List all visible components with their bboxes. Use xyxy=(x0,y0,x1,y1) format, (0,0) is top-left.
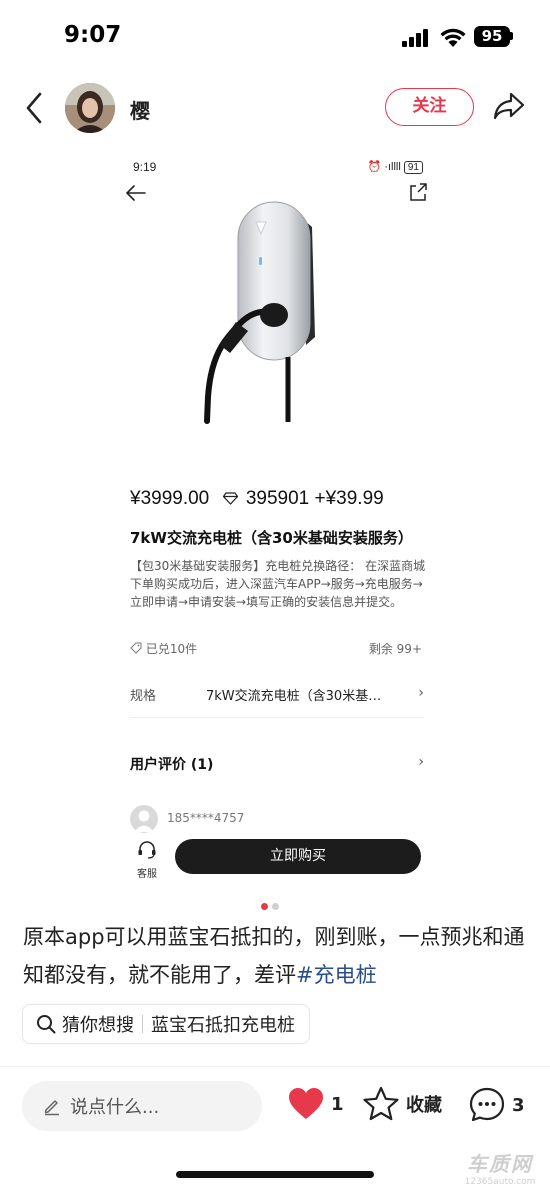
author-name[interactable]: 樱 xyxy=(130,95,150,124)
product-description: 【包30米基础安装服务】充电桩兑换路径： 在深蓝商城下单购买成功后，进入深蓝汽车… xyxy=(130,559,426,609)
home-indicator[interactable] xyxy=(176,1171,374,1178)
redeemed-count: 已兑10件 xyxy=(130,640,197,657)
search-suggestion[interactable]: 猜你想搜 蓝宝石抵扣充电桩 xyxy=(22,1004,310,1044)
post-body: 原本app可以用蓝宝石抵扣的，刚到账，一点预兆和通知都没有，就不能用了，差评#充… xyxy=(23,918,533,994)
reviews-label: 用户评价 (1) xyxy=(130,757,214,773)
screenshot-status-time: 9:19 xyxy=(133,160,157,174)
sapphire-points-icon xyxy=(222,492,238,506)
screenshot-status-icons: ⏰ ·ıllll 91 xyxy=(368,160,423,174)
author-avatar[interactable] xyxy=(65,83,115,133)
customer-service: 客服 xyxy=(132,840,162,880)
battery-tip xyxy=(510,32,513,40)
post-header: 樱 关注 xyxy=(0,78,550,138)
watermark-url: 12365auto.com xyxy=(464,1177,536,1187)
reviewer-name: 185****4757 xyxy=(167,811,245,825)
points-price: 395901 xyxy=(245,488,310,509)
price-row: ¥3999.00 395901 +¥39.99 xyxy=(130,488,384,510)
battery-indicator: 95 xyxy=(474,26,510,47)
favorite-button[interactable]: 收藏 xyxy=(362,1086,442,1122)
like-button[interactable]: 1 xyxy=(287,1086,344,1122)
charger-product-image xyxy=(204,201,315,424)
carousel-dot-active xyxy=(261,903,268,910)
search-suggestion-query: 蓝宝石抵扣充电桩 xyxy=(151,1015,295,1036)
service-label: 客服 xyxy=(137,869,157,880)
post-image[interactable]: 9:19 ⏰ ·ıllll 91 ¥3999.00 395901 +¥39.99… xyxy=(120,152,438,892)
cellular-signal-icon xyxy=(402,29,430,47)
screenshot-back-icon xyxy=(126,185,146,201)
redeemed-label: 已兑10件 xyxy=(145,642,198,656)
divider xyxy=(142,1015,143,1033)
watermark-logo: 车质网 xyxy=(467,1152,533,1176)
divider xyxy=(0,1066,550,1067)
search-icon xyxy=(37,1015,56,1034)
favorite-label: 收藏 xyxy=(406,1095,442,1116)
screenshot-battery: 91 xyxy=(403,161,423,174)
status-time: 9:07 xyxy=(64,22,122,48)
wifi-icon xyxy=(440,28,466,47)
heart-icon xyxy=(289,1088,323,1119)
carousel-indicator xyxy=(261,895,283,914)
back-arrow-icon[interactable] xyxy=(20,90,50,126)
spec-label: 规格 xyxy=(130,689,157,704)
comment-button[interactable]: 3 xyxy=(468,1086,525,1124)
comment-placeholder: 说点什么... xyxy=(70,1097,160,1118)
hashtag-link[interactable]: #充电桩 xyxy=(296,963,377,987)
star-icon xyxy=(363,1086,399,1121)
chevron-right-icon: › xyxy=(418,754,424,770)
buy-now-button: 立即购买 xyxy=(175,839,421,874)
share-icon[interactable] xyxy=(492,91,526,121)
comment-bubble-icon xyxy=(469,1087,505,1122)
tag-icon xyxy=(130,642,142,654)
status-bar: 9:07 95 xyxy=(0,0,550,70)
post-text: 原本app可以用蓝宝石抵扣的，刚到账，一点预兆和通知都没有，就不能用了，差评 xyxy=(23,925,525,987)
pencil-icon xyxy=(44,1100,59,1116)
like-count: 1 xyxy=(331,1093,344,1115)
follow-button[interactable]: 关注 xyxy=(385,88,474,126)
screenshot-share-icon xyxy=(410,183,427,201)
extra-price: +¥39.99 xyxy=(314,488,384,509)
spec-selector: 规格 7kW交流充电桩（含30米基… › xyxy=(130,676,424,718)
remaining-stock: 剩余 99+ xyxy=(368,642,422,656)
chevron-right-icon: › xyxy=(418,685,424,701)
reviewer-avatar xyxy=(130,805,158,833)
spec-value: 7kW交流充电桩（含30米基… xyxy=(206,689,382,704)
comment-count: 3 xyxy=(512,1094,525,1116)
cash-price: ¥3999.00 xyxy=(130,488,210,509)
watermark: 车质网 12365auto.com xyxy=(452,1148,548,1187)
comment-input[interactable]: 说点什么... xyxy=(22,1081,262,1131)
search-suggestion-prefix: 猜你想搜 xyxy=(62,1015,134,1036)
product-title: 7kW交流充电桩（含30米基础安装服务） xyxy=(130,529,413,547)
reviews-row: 用户评价 (1) › xyxy=(130,752,424,782)
carousel-dot xyxy=(272,903,279,910)
headset-icon xyxy=(138,841,156,859)
